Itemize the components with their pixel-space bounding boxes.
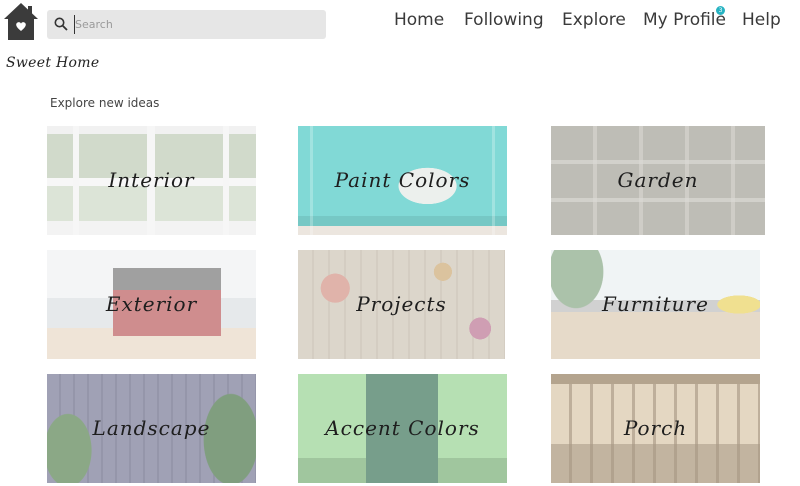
tile-paint-colors[interactable]: Paint Colors	[298, 126, 507, 235]
nav-help-link[interactable]: Help	[742, 10, 781, 30]
tile-accent-colors[interactable]: Accent Colors	[298, 374, 507, 483]
nav-home-link[interactable]: Home	[394, 10, 444, 30]
tile-projects[interactable]: Projects	[298, 250, 505, 359]
tile-garden[interactable]: Garden	[551, 126, 765, 235]
tile-label: Furniture	[602, 291, 709, 316]
brand-name: Sweet Home	[6, 55, 100, 71]
search-bar[interactable]	[47, 10, 326, 39]
tile-label: Landscape	[92, 415, 211, 440]
search-input[interactable]	[74, 15, 320, 34]
tile-label: Interior	[108, 167, 195, 192]
nav-explore-link[interactable]: Explore	[562, 10, 626, 30]
nav-my-profile-link[interactable]: My Profile	[643, 10, 726, 30]
notification-badge: 3	[716, 6, 725, 15]
tile-label: Projects	[356, 291, 447, 316]
search-icon	[54, 17, 68, 31]
tile-exterior[interactable]: Exterior	[47, 250, 256, 359]
tile-porch[interactable]: Porch	[551, 374, 760, 483]
nav-following-link[interactable]: Following	[464, 10, 544, 30]
section-title: Explore new ideas	[50, 96, 160, 110]
tile-label: Porch	[623, 415, 688, 440]
tile-furniture[interactable]: Furniture	[551, 250, 760, 359]
tile-label: Garden	[617, 167, 699, 192]
home-logo-icon[interactable]	[3, 1, 39, 41]
tile-label: Accent Colors	[325, 415, 480, 440]
tile-landscape[interactable]: Landscape	[47, 374, 256, 483]
tile-label: Exterior	[105, 291, 198, 316]
tile-label: Paint Colors	[334, 167, 471, 192]
tile-interior[interactable]: Interior	[47, 126, 256, 235]
